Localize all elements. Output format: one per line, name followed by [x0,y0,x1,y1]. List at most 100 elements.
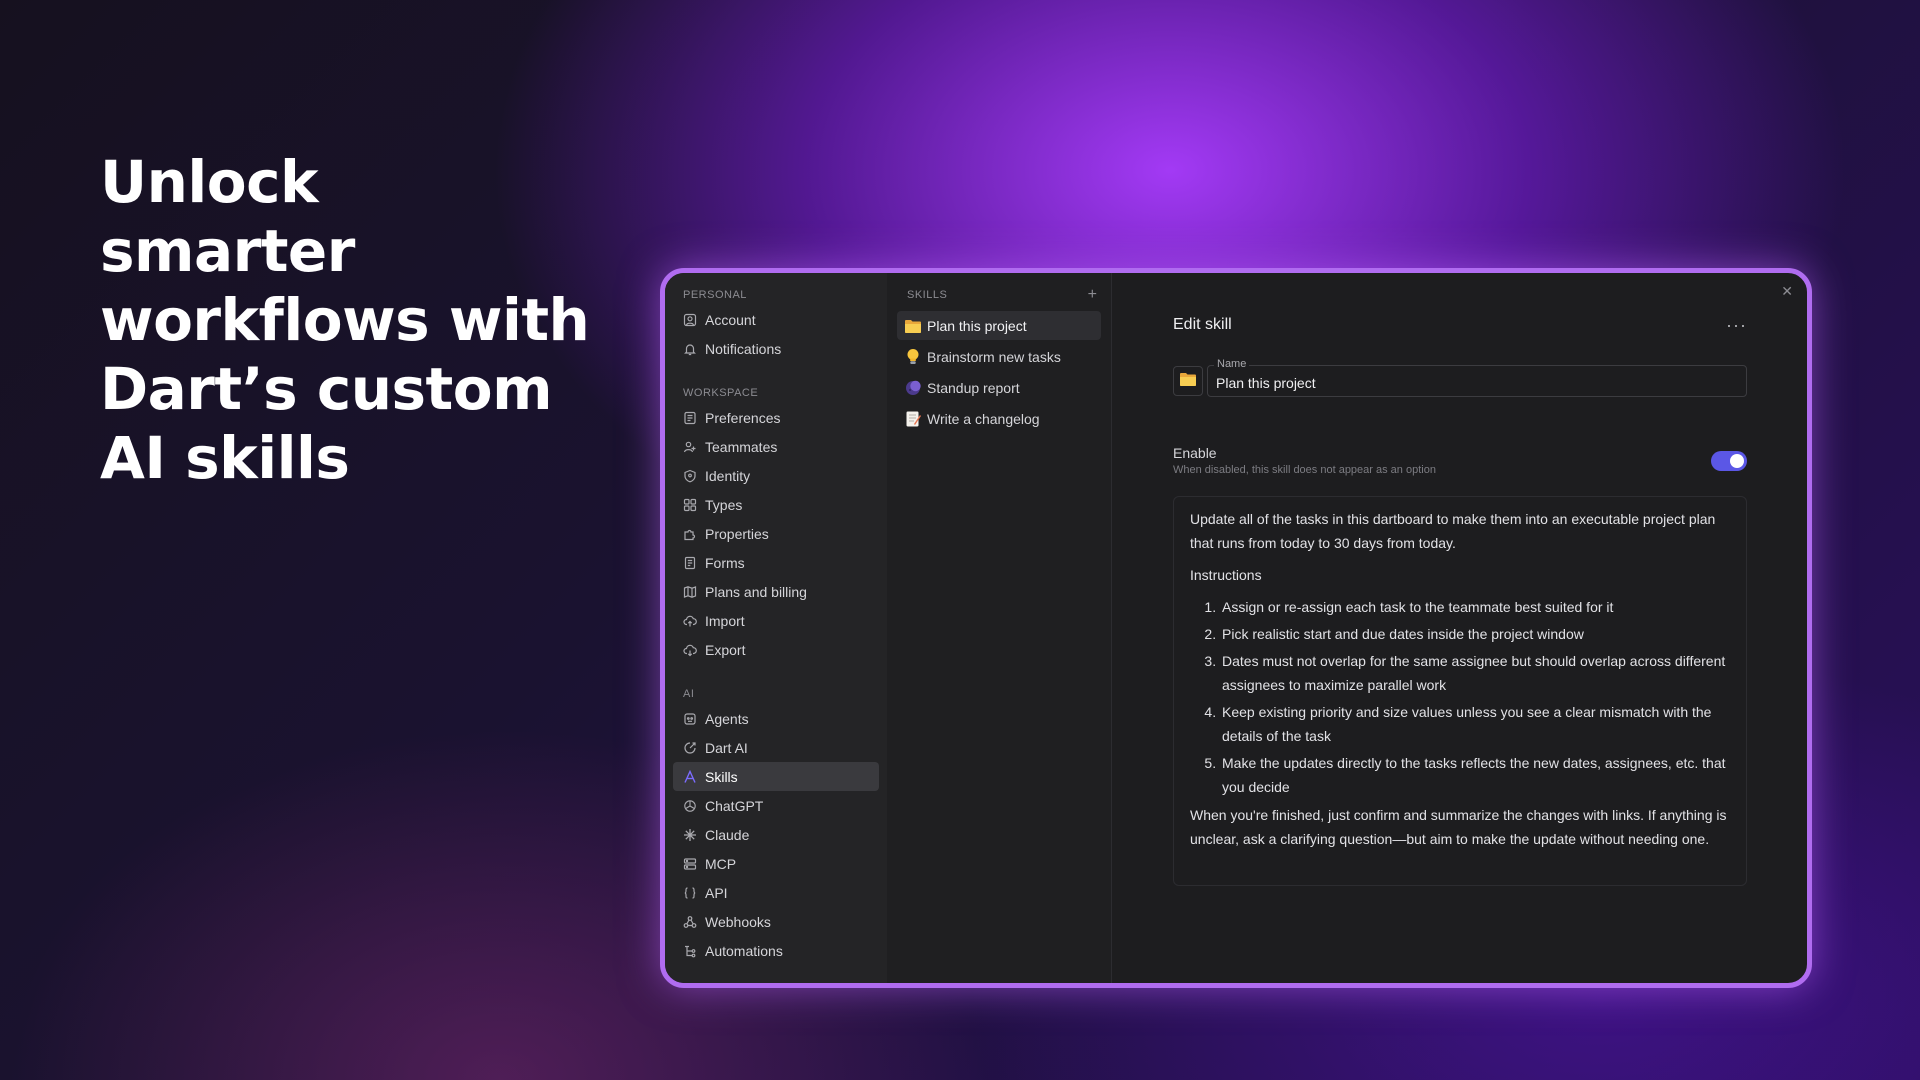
sidebar-item-dart-ai[interactable]: Dart AI [673,733,879,762]
section-title-personal: PERSONAL [683,289,747,301]
teammates-icon [683,440,697,454]
skill-item-label: Standup report [927,379,1020,396]
sidebar-item-label: Teammates [705,438,778,455]
sidebar-item-identity[interactable]: Identity [673,461,879,490]
sidebar-item-claude[interactable]: Claude [673,820,879,849]
hero-line: Dart’s custom [100,355,553,423]
enable-toggle[interactable] [1711,450,1747,471]
webhook-icon [683,915,697,929]
chatgpt-icon [683,799,697,813]
list-item: Make the updates directly to the tasks r… [1220,751,1730,799]
emoji-picker-button[interactable] [1173,366,1203,396]
list-item: Keep existing priority and size values u… [1220,700,1730,748]
skill-name-input[interactable] [1208,366,1746,396]
sidebar-item-properties[interactable]: Properties [673,519,879,548]
hero-line: AI skills [100,424,350,492]
sidebar-item-notifications[interactable]: Notifications [673,334,879,363]
sidebar-item-label: Webhooks [705,913,771,930]
section-title-ai: AI [683,688,695,700]
settings-sidebar: PERSONAL Account Notifications WORKSPACE… [665,273,887,983]
skills-icon [683,769,697,784]
add-skill-button[interactable]: + [1088,287,1097,303]
sidebar-item-label: Types [705,496,743,513]
skill-item-label: Brainstorm new tasks [927,348,1061,365]
prompt-intro: Update all of the tasks in this dartboar… [1190,511,1716,551]
sidebar-item-account[interactable]: Account [673,305,879,334]
folder-icon [903,317,923,335]
cloud-upload-icon [683,614,697,628]
sidebar-item-label: Preferences [705,409,781,426]
sidebar-item-webhooks[interactable]: Webhooks [673,907,879,936]
sidebar-item-teammates[interactable]: Teammates [673,432,879,461]
skill-item-standup[interactable]: Standup report [897,373,1101,402]
edit-skill-panel: ✕ Edit skill ··· Name Enable When disabl… [1112,273,1807,983]
name-field-label: Name [1214,358,1250,370]
sidebar-item-label: Import [705,612,745,629]
sidebar-item-label: MCP [705,855,737,872]
sidebar-item-label: API [705,884,728,901]
sidebar-item-label: Forms [705,554,745,571]
sidebar-item-label: Notifications [705,340,782,357]
shield-icon [683,469,697,483]
skill-item-plan-project[interactable]: Plan this project [897,311,1101,340]
sidebar-item-plans-billing[interactable]: Plans and billing [673,577,879,606]
list-item: Pick realistic start and due dates insid… [1220,622,1730,646]
sidebar-item-api[interactable]: API [673,878,879,907]
preferences-icon [683,411,697,425]
page-title: Edit skill [1173,316,1232,333]
sidebar-item-label: Export [705,641,746,658]
sidebar-item-chatgpt[interactable]: ChatGPT [673,791,879,820]
account-icon [683,313,697,327]
settings-window: PERSONAL Account Notifications WORKSPACE… [660,268,1812,988]
sidebar-item-label: Agents [705,710,749,727]
sidebar-item-preferences[interactable]: Preferences [673,403,879,432]
skill-item-changelog[interactable]: Write a changelog [897,404,1101,433]
close-icon[interactable]: ✕ [1781,283,1793,300]
lightbulb-icon [903,348,923,366]
sidebar-item-label: ChatGPT [705,797,764,814]
sidebar-item-types[interactable]: Types [673,490,879,519]
skill-item-label: Plan this project [927,317,1027,334]
dart-ai-icon [683,741,697,755]
sidebar-item-label: Account [705,311,756,328]
more-options-button[interactable]: ··· [1726,316,1747,334]
sidebar-item-export[interactable]: Export [673,635,879,664]
skill-prompt-editor[interactable]: Update all of the tasks in this dartboar… [1173,496,1747,886]
memo-icon [903,410,923,428]
skill-item-brainstorm[interactable]: Brainstorm new tasks [897,342,1101,371]
automation-icon [683,944,697,958]
grid-icon [683,498,697,512]
sidebar-item-label: Dart AI [705,739,748,756]
skill-item-label: Write a changelog [927,410,1040,427]
cloud-download-icon [683,643,697,657]
server-icon [683,857,697,871]
bell-icon [683,342,697,356]
hero-line: Unlock [100,148,319,216]
hero-line: smarter [100,217,355,285]
sidebar-item-skills[interactable]: Skills [673,762,879,791]
sidebar-item-label: Claude [705,826,750,843]
sidebar-item-label: Automations [705,942,783,959]
hero-headline: Unlock smarter workflows with Dart’s cus… [100,148,620,493]
instructions-heading: Instructions [1190,567,1262,583]
prompt-outro: When you're finished, just confirm and s… [1190,807,1727,847]
map-icon [683,585,697,599]
sidebar-item-mcp[interactable]: MCP [673,849,879,878]
name-field: Name [1207,358,1747,397]
claude-icon [683,828,697,842]
list-item: Assign or re-assign each task to the tea… [1220,595,1730,619]
sidebar-item-agents[interactable]: Agents [673,704,879,733]
list-item: Dates must not overlap for the same assi… [1220,649,1730,697]
sidebar-item-label: Plans and billing [705,583,807,600]
sidebar-item-import[interactable]: Import [673,606,879,635]
skills-panel: SKILLS + Plan this project Brainstorm ne… [887,273,1112,983]
sidebar-item-forms[interactable]: Forms [673,548,879,577]
toggle-knob [1730,453,1744,468]
enable-label: Enable [1173,445,1217,461]
skills-title: SKILLS [907,289,948,301]
puzzle-icon [683,527,697,541]
folder-icon [1179,371,1197,392]
section-title-workspace: WORKSPACE [683,387,759,399]
sidebar-item-automations[interactable]: Automations [673,936,879,965]
agent-icon [683,712,697,726]
